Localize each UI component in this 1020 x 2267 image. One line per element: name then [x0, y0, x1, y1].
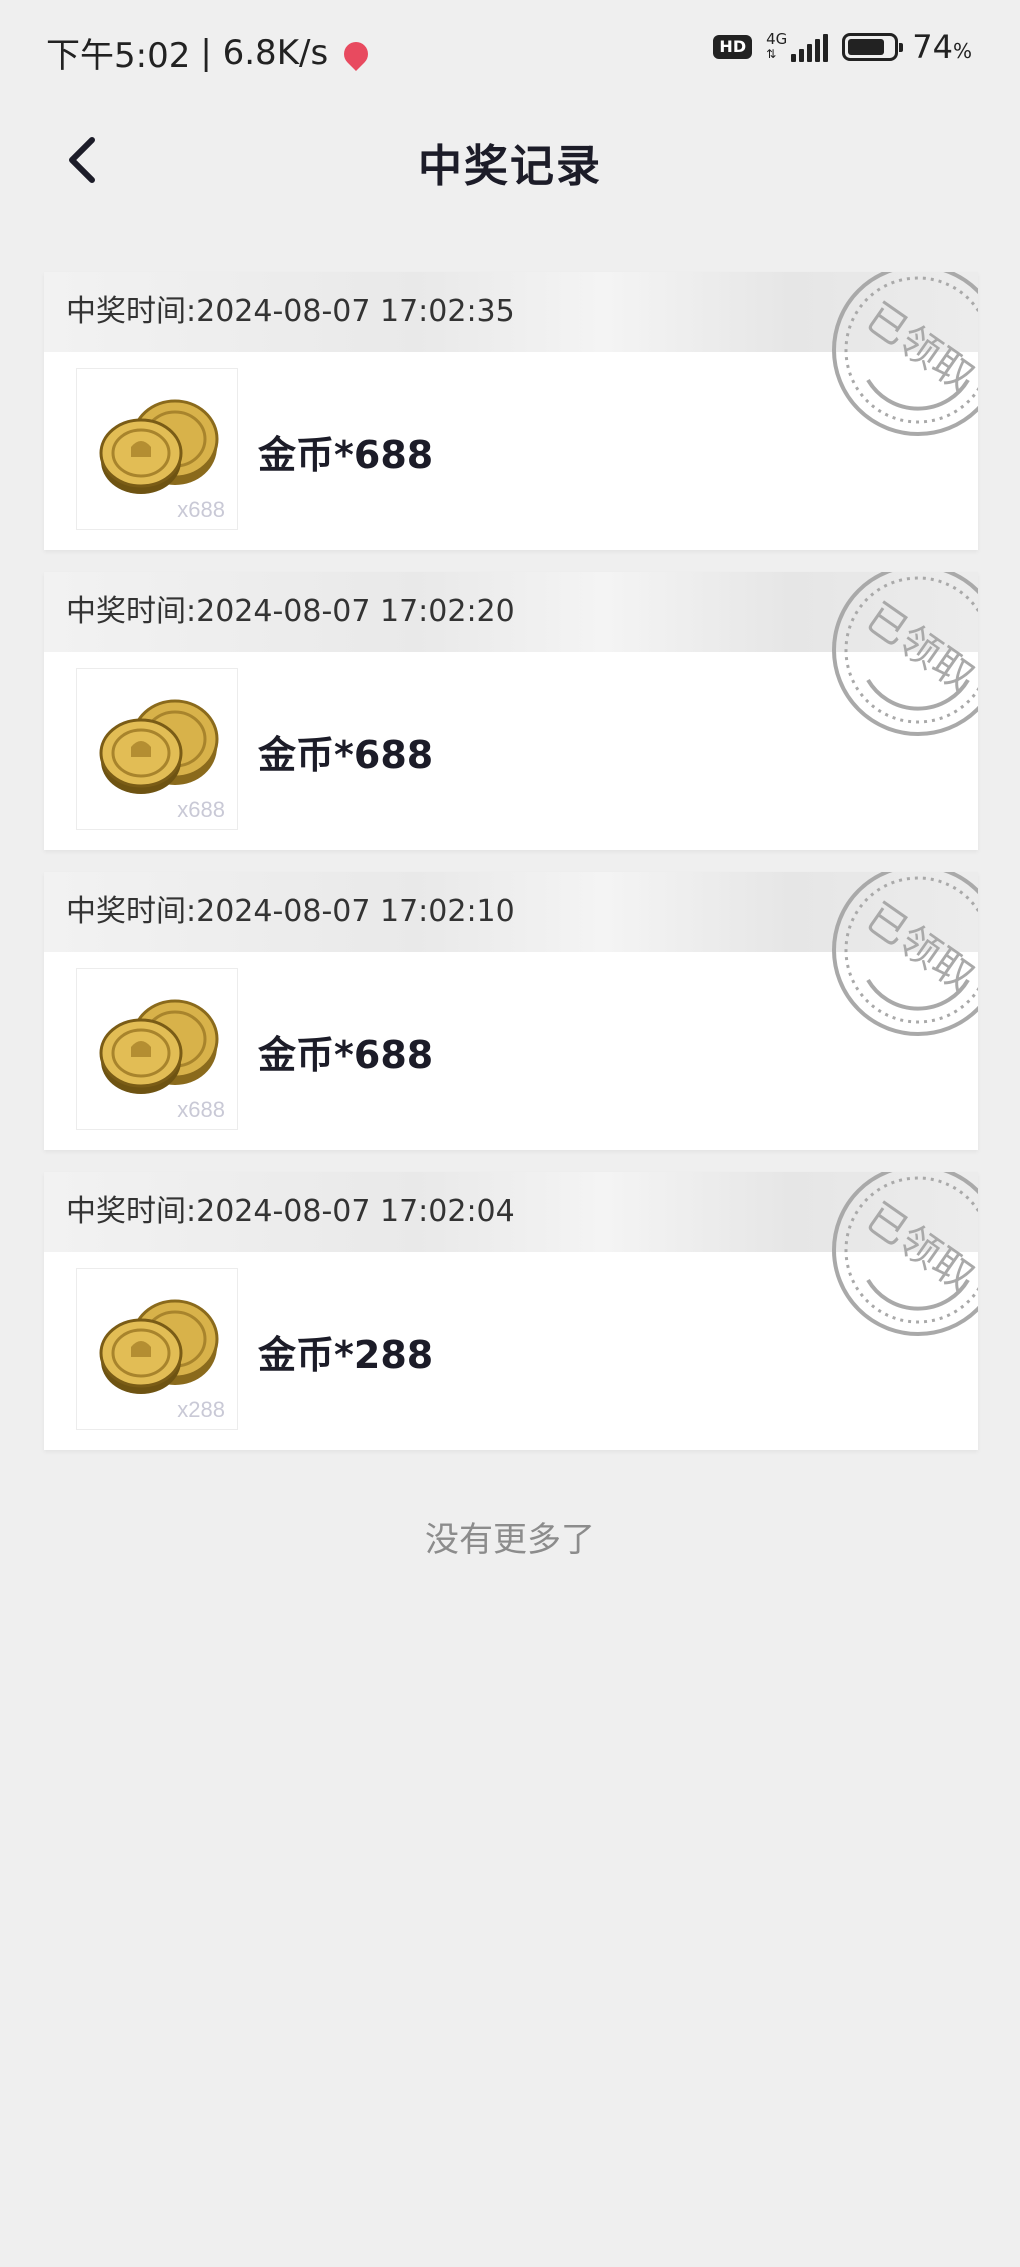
prize-name: 金币*688 — [258, 733, 434, 777]
network-type: 4G ⇅ — [766, 30, 788, 62]
prize-thumbnail: x688 — [76, 668, 238, 830]
list-end-text: 没有更多了 — [425, 1520, 595, 1560]
battery-icon — [842, 33, 904, 61]
status-bar: 下午5:02 | 6.8K/s HD 4G ⇅ 74% — [0, 0, 1020, 100]
page-header: 中奖记录 — [0, 110, 1020, 210]
prize-name: 金币*288 — [258, 1333, 434, 1377]
claimed-stamp-icon: 已领取 — [832, 572, 978, 736]
status-left: 下午5:02 | 6.8K/s — [46, 28, 374, 77]
status-right: HD 4G ⇅ 74% — [713, 28, 972, 66]
location-pin-icon — [339, 36, 374, 71]
thumb-quantity: x288 — [177, 1397, 225, 1422]
claimed-stamp-icon: 已领取 — [832, 272, 978, 436]
thumb-quantity: x688 — [177, 497, 225, 522]
thumb-quantity: x688 — [177, 1097, 225, 1122]
data-arrows-icon: ⇅ — [766, 47, 777, 61]
stamp-text: 已领取 — [857, 294, 978, 401]
page-title: 中奖记录 — [418, 141, 602, 192]
gold-coins-icon — [99, 1299, 219, 1394]
prize-record-list: 中奖时间:2024-08-07 17:02:35 x688 金币*688 已领取… — [44, 272, 978, 1472]
prize-record-card: 中奖时间:2024-08-07 17:02:10 x688 金币*688 已领取 — [44, 872, 978, 1150]
prize-name: 金币*688 — [258, 433, 434, 477]
prize-name: 金币*688 — [258, 1033, 434, 1077]
hd-badge: HD — [713, 35, 753, 59]
claimed-stamp-icon: 已领取 — [832, 1172, 978, 1336]
status-speed: | 6.8K/s — [200, 32, 329, 73]
prize-record-card: 中奖时间:2024-08-07 17:02:20 x688 金币*688 已领取 — [44, 572, 978, 850]
gold-coins-icon — [99, 999, 219, 1094]
battery-percent: 74% — [912, 28, 972, 66]
signal-bars-icon — [791, 34, 829, 62]
thumb-quantity: x688 — [177, 797, 225, 822]
prize-thumbnail: x688 — [76, 368, 238, 530]
gold-coins-icon — [99, 399, 219, 494]
signal-indicator: 4G ⇅ — [766, 30, 829, 62]
stamp-text: 已领取 — [857, 1194, 978, 1301]
prize-thumbnail: x688 — [76, 968, 238, 1130]
prize-record-card: 中奖时间:2024-08-07 17:02:04 x288 金币*288 已领取 — [44, 1172, 978, 1450]
claimed-stamp-icon: 已领取 — [832, 872, 978, 1036]
status-time: 下午5:02 — [46, 36, 191, 76]
prize-record-card: 中奖时间:2024-08-07 17:02:35 x688 金币*688 已领取 — [44, 272, 978, 550]
prize-thumbnail: x288 — [76, 1268, 238, 1430]
gold-coins-icon — [99, 699, 219, 794]
stamp-text: 已领取 — [857, 594, 978, 701]
stamp-text: 已领取 — [857, 894, 978, 1001]
